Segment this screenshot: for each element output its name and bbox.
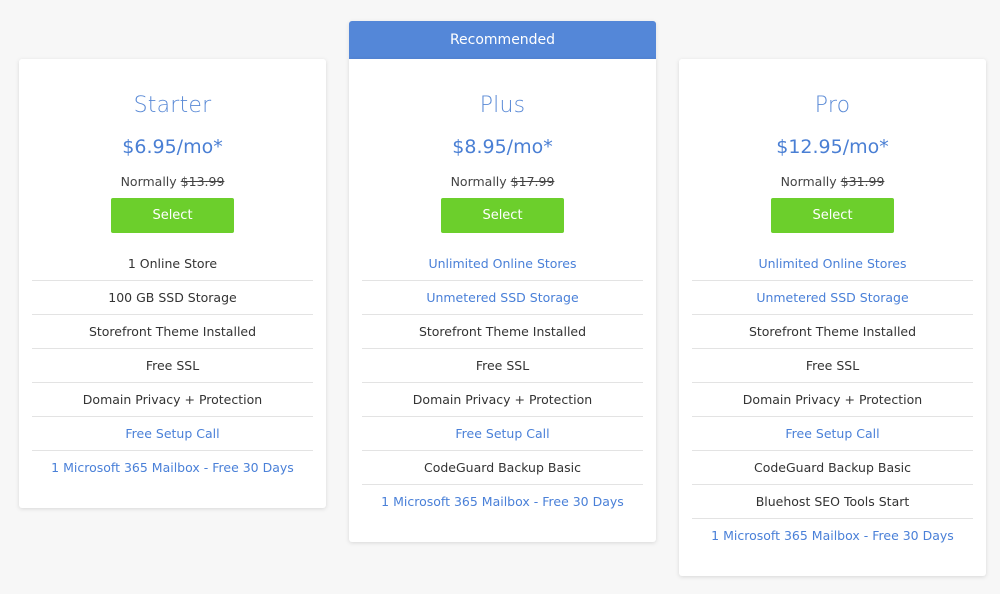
feature-item: Domain Privacy + Protection <box>32 383 313 417</box>
plan-price: $8.95/mo* <box>452 136 553 158</box>
plan-normal-price: Normally $31.99 <box>679 174 986 189</box>
recommended-ribbon: Recommended <box>349 21 656 59</box>
feature-item: CodeGuard Backup Basic <box>362 451 643 485</box>
feature-item: Storefront Theme Installed <box>362 315 643 349</box>
plan-card-plus: Plus $8.95/mo* Normally $17.99 Select Un… <box>349 59 656 542</box>
feature-item: 1 Online Store <box>32 247 313 281</box>
feature-list: Unlimited Online Stores Unmetered SSD Sto… <box>692 247 973 553</box>
select-button-pro[interactable]: Select <box>771 198 894 233</box>
feature-item[interactable]: 1 Microsoft 365 Mailbox - Free 30 Days <box>362 485 643 519</box>
feature-item: Free SSL <box>692 349 973 383</box>
plan-card-pro: Pro $12.95/mo* Normally $31.99 Select Un… <box>679 59 986 576</box>
feature-item: Free SSL <box>362 349 643 383</box>
original-price: $13.99 <box>180 174 225 189</box>
plan-name: Pro <box>814 93 851 118</box>
original-price: $31.99 <box>840 174 885 189</box>
feature-list: Unlimited Online Stores Unmetered SSD Sto… <box>362 247 643 519</box>
plan-normal-price: Normally $17.99 <box>349 174 656 189</box>
plan-name: Plus <box>479 93 526 118</box>
feature-item[interactable]: Free Setup Call <box>362 417 643 451</box>
plan-normal-price: Normally $13.99 <box>19 174 326 189</box>
feature-item: Storefront Theme Installed <box>32 315 313 349</box>
plan-price: $12.95/mo* <box>776 136 889 158</box>
feature-item[interactable]: 1 Microsoft 365 Mailbox - Free 30 Days <box>692 519 973 553</box>
original-price: $17.99 <box>510 174 555 189</box>
select-button-starter[interactable]: Select <box>111 198 234 233</box>
select-button-plus[interactable]: Select <box>441 198 564 233</box>
normally-label: Normally <box>780 174 837 189</box>
feature-item[interactable]: Free Setup Call <box>32 417 313 451</box>
plan-name: Starter <box>133 93 212 118</box>
feature-list: 1 Online Store 100 GB SSD Storage Storefro… <box>32 247 313 485</box>
feature-item: Domain Privacy + Protection <box>692 383 973 417</box>
feature-item[interactable]: Free Setup Call <box>692 417 973 451</box>
feature-item: Bluehost SEO Tools Start <box>692 485 973 519</box>
feature-item: Storefront Theme Installed <box>692 315 973 349</box>
feature-item[interactable]: Unlimited Online Stores <box>692 247 973 281</box>
feature-item[interactable]: 1 Microsoft 365 Mailbox - Free 30 Days <box>32 451 313 485</box>
feature-item[interactable]: Unmetered SSD Storage <box>362 281 643 315</box>
feature-item: 100 GB SSD Storage <box>32 281 313 315</box>
feature-item: Domain Privacy + Protection <box>362 383 643 417</box>
feature-item[interactable]: Unmetered SSD Storage <box>692 281 973 315</box>
feature-item: Free SSL <box>32 349 313 383</box>
normally-label: Normally <box>120 174 177 189</box>
pricing-page: Recommended Starter $6.95/mo* Normally $… <box>0 0 1000 594</box>
plan-price: $6.95/mo* <box>122 136 223 158</box>
normally-label: Normally <box>450 174 507 189</box>
plan-card-starter: Starter $6.95/mo* Normally $13.99 Select… <box>19 59 326 508</box>
feature-item[interactable]: Unlimited Online Stores <box>362 247 643 281</box>
feature-item: CodeGuard Backup Basic <box>692 451 973 485</box>
